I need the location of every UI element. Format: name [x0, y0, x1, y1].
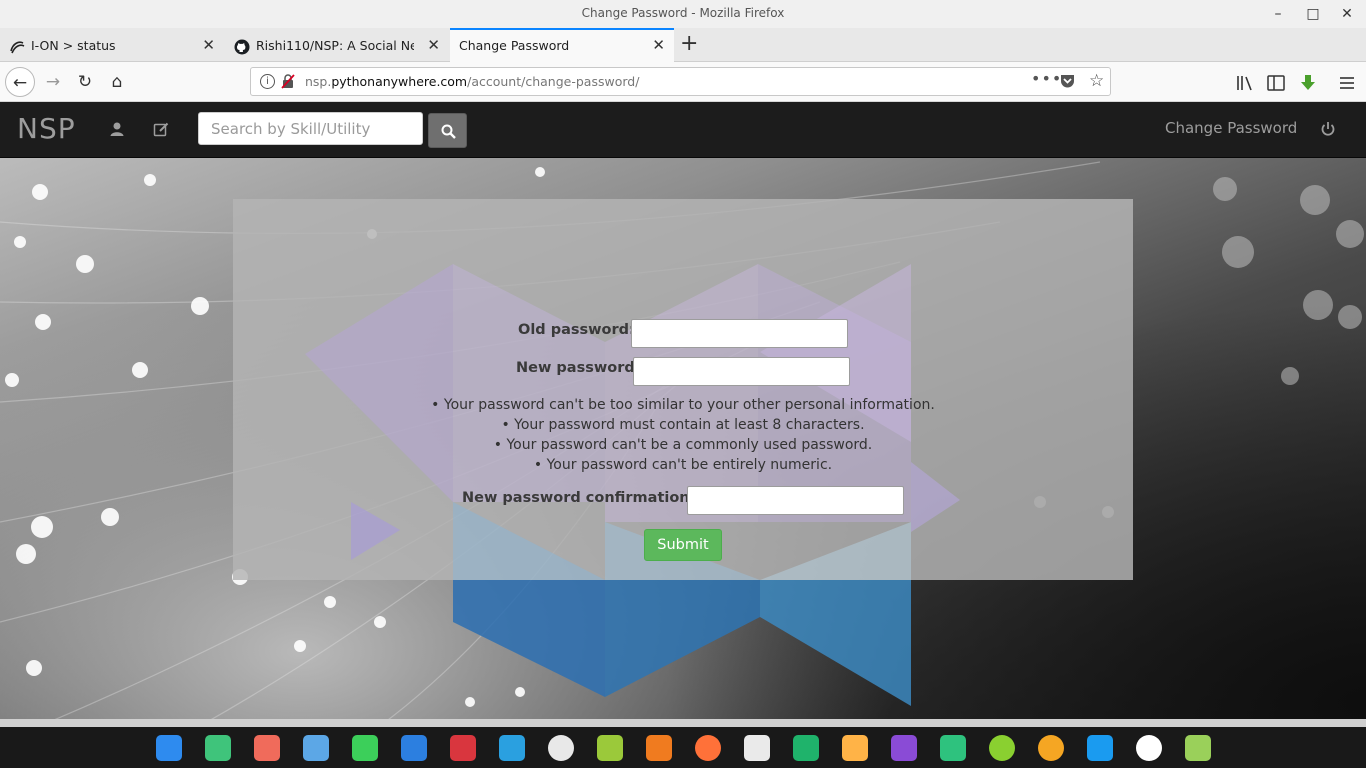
settings-icon[interactable] — [548, 735, 574, 761]
file-manager-icon[interactable] — [205, 735, 231, 761]
change-password-link[interactable]: Change Password — [1165, 119, 1297, 137]
url-bar[interactable]: i nsp.pythonanywhere.com/account/change-… — [250, 67, 1111, 96]
info-icon[interactable]: i — [260, 74, 275, 89]
clock-icon[interactable] — [1038, 735, 1064, 761]
page-content: NSP Change Password — [0, 102, 1366, 726]
horizontal-scrollbar[interactable] — [0, 719, 1366, 727]
tab-close-icon[interactable]: ✕ — [652, 36, 665, 54]
ion-favicon-icon — [10, 41, 25, 54]
app-grid-icon[interactable] — [156, 735, 182, 761]
site-navbar: NSP Change Password — [0, 102, 1366, 158]
logout-power-icon[interactable] — [1320, 121, 1336, 137]
search-button[interactable] — [428, 113, 467, 148]
password-help-item: • Your password can't be a commonly used… — [493, 437, 873, 453]
old-password-input[interactable] — [631, 319, 848, 348]
tab-label: I-ON > status — [31, 38, 116, 53]
new-password-label: New password: — [516, 360, 641, 376]
submit-button[interactable]: Submit — [644, 529, 722, 561]
tab-bar: I-ON > status ✕ Rishi110/NSP: A Social N… — [0, 28, 1366, 62]
confirm-password-input[interactable] — [687, 486, 904, 515]
window-title: Change Password - Mozilla Firefox — [581, 6, 785, 20]
confirm-password-label: New password confirmation: — [462, 490, 696, 506]
browser-toolbar: ← → ↻ ⌂ i nsp.pythonanywhere.com/account… — [0, 62, 1366, 102]
tab-github[interactable]: Rishi110/NSP: A Social Network ✕ — [225, 30, 449, 62]
moon-icon[interactable] — [842, 735, 868, 761]
change-password-form: Old password: New password: • Your passw… — [233, 199, 1133, 580]
url-text: nsp.pythonanywhere.com/account/change-pa… — [305, 74, 640, 89]
bookmark-star-icon[interactable]: ☆ — [1089, 71, 1104, 91]
close-window-icon[interactable]: ✕ — [1337, 4, 1357, 24]
brand-logo[interactable]: NSP — [17, 112, 76, 145]
power-icon[interactable] — [989, 735, 1015, 761]
sidebar-icon[interactable] — [1266, 73, 1286, 93]
back-button[interactable]: ← — [5, 67, 35, 97]
tab-close-icon[interactable]: ✕ — [202, 36, 215, 54]
new-tab-button[interactable]: + — [680, 32, 698, 56]
reload-button[interactable]: ↻ — [70, 67, 100, 97]
library-icon[interactable] — [1235, 73, 1255, 93]
tab-change-password[interactable]: Change Password ✕ — [450, 28, 674, 62]
old-password-label: Old password: — [518, 322, 635, 338]
time-widget-icon[interactable] — [1136, 735, 1162, 761]
video-icon[interactable] — [401, 735, 427, 761]
search-icon — [441, 124, 456, 139]
taskbar-dock — [0, 727, 1366, 768]
menu-icon[interactable] — [1337, 73, 1357, 93]
pocket-icon[interactable] — [1059, 73, 1076, 90]
tab-close-icon[interactable]: ✕ — [427, 36, 440, 54]
edit-icon[interactable] — [153, 121, 169, 137]
pycharm-icon[interactable] — [793, 735, 819, 761]
media-player-icon[interactable] — [891, 735, 917, 761]
tab-label: Rishi110/NSP: A Social Network — [256, 38, 414, 53]
minimize-icon[interactable]: – — [1268, 4, 1288, 24]
firefox-icon[interactable] — [695, 735, 721, 761]
trash-icon[interactable] — [1185, 735, 1211, 761]
screen-recorder-icon[interactable] — [254, 735, 280, 761]
window-titlebar: Change Password - Mozilla Firefox – □ ✕ — [0, 0, 1366, 28]
home-button[interactable]: ⌂ — [102, 67, 132, 97]
tab-ion-status[interactable]: I-ON > status ✕ — [0, 30, 224, 62]
user-icon[interactable] — [109, 121, 125, 137]
spider-icon[interactable] — [744, 735, 770, 761]
skill-search-input[interactable] — [198, 112, 423, 145]
github-favicon-icon — [234, 39, 250, 55]
password-help-item: • Your password can't be too similar to … — [431, 397, 935, 413]
wifi-icon[interactable] — [1087, 735, 1113, 761]
sync-icon[interactable] — [646, 735, 672, 761]
android-icon[interactable] — [597, 735, 623, 761]
password-help-item: • Your password must contain at least 8 … — [501, 417, 865, 433]
terminal-icon[interactable] — [450, 735, 476, 761]
android-studio-icon[interactable] — [940, 735, 966, 761]
maximize-icon[interactable]: □ — [1303, 4, 1323, 24]
insecure-lock-icon[interactable] — [281, 73, 295, 89]
new-password-input[interactable] — [633, 357, 850, 386]
tab-label: Change Password — [459, 38, 570, 53]
telegram-icon[interactable] — [499, 735, 525, 761]
page-actions-icon[interactable]: ••• — [1031, 69, 1062, 88]
password-help-item: • Your password can't be entirely numeri… — [533, 457, 833, 473]
music-icon[interactable] — [352, 735, 378, 761]
download-icon[interactable] — [1298, 73, 1318, 93]
archive-icon[interactable] — [303, 735, 329, 761]
forward-button[interactable]: → — [38, 67, 68, 97]
